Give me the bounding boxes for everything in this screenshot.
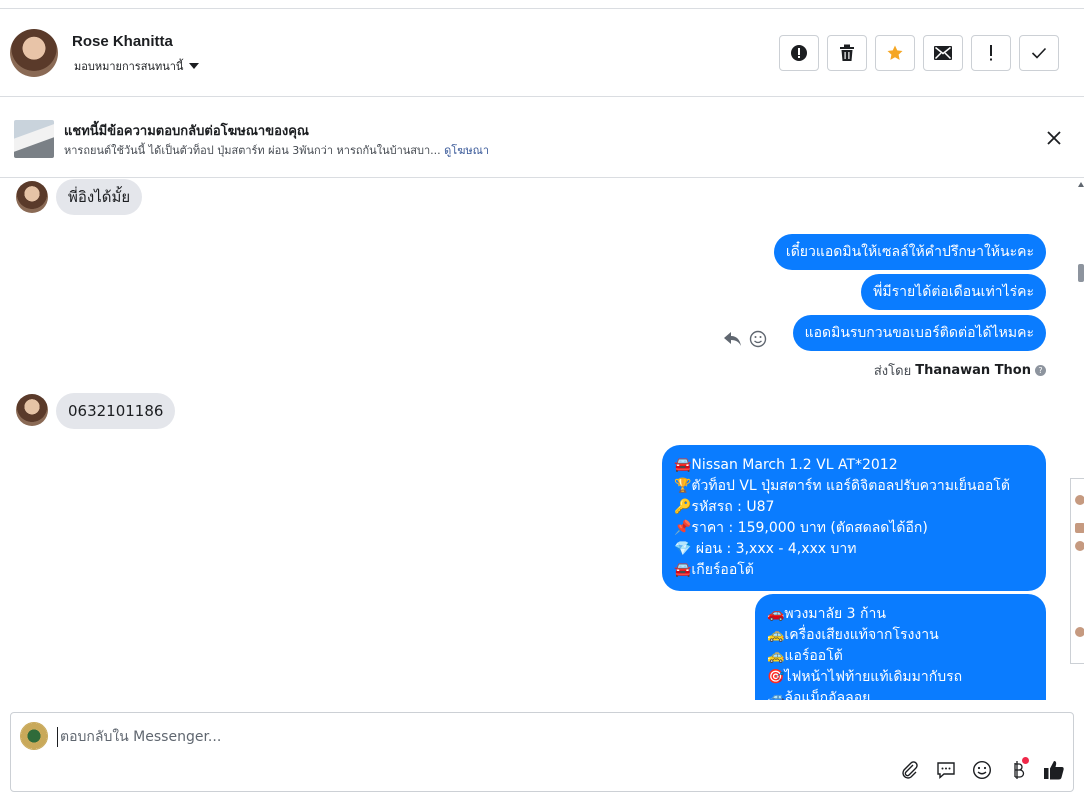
card-line: 🎯ไฟหน้าไฟท้ายแท้เดิมมากับรถ [767, 669, 963, 685]
message-hover-actions [723, 330, 767, 348]
reply-icon[interactable] [723, 330, 743, 348]
incoming-message[interactable]: พี่อิงได้มั้ย [56, 179, 143, 215]
like-button[interactable] [1043, 759, 1065, 781]
payment-button[interactable] [1007, 757, 1029, 781]
notification-dot [1022, 757, 1029, 764]
view-ad-link[interactable]: ดูโฆษณา [444, 144, 489, 157]
alert-circle-icon [791, 45, 807, 61]
follow-up-button[interactable] [971, 35, 1011, 71]
envelope-icon [934, 46, 952, 60]
card-line: 💎 ผ่อน : 3,xxx - 4,xxx บาท [674, 541, 857, 557]
react-smiley-icon[interactable] [749, 330, 767, 348]
outgoing-message[interactable]: แอดมินรบกวนขอเบอร์ติดต่อได้ไหมคะ [792, 315, 1046, 351]
mark-done-button[interactable] [1019, 35, 1059, 71]
outgoing-message[interactable]: พี่มีรายได้ต่อเดือนเท่าไร่คะ [861, 274, 1046, 310]
assign-label: มอบหมายการสนทนานี้ [74, 60, 184, 73]
delete-button[interactable] [827, 35, 867, 71]
composer-tools [899, 757, 1065, 781]
card-line: 🚕เครื่องเสียงแท้จากโรงงาน [767, 627, 939, 643]
ad-thumbnail[interactable] [14, 120, 54, 158]
ad-description-text: หารถยนต์ใช้วันนี้ ได้เป็นตัวท็อป ปุ่มสตา… [64, 144, 441, 157]
mark-unread-button[interactable] [923, 35, 963, 71]
message-thread[interactable]: พี่อิงได้มั้ย เดี๋ยวแอดมินให้เซลล์ให้คำป… [0, 179, 1070, 700]
scroll-up-arrow-icon[interactable] [1078, 182, 1084, 187]
ad-reply-banner: แชทนี้มีข้อความตอบกลับต่อโฆษณาของคุณ หาร… [0, 98, 1084, 178]
mark-spam-button[interactable] [779, 35, 819, 71]
card-line: 🚙ล้อแม็กอัลลอย [767, 690, 871, 700]
card-line: 🚘Nissan March 1.2 VL AT*2012 [674, 457, 898, 473]
contact-avatar[interactable] [10, 29, 58, 77]
scrollbar-thumb[interactable] [1078, 264, 1084, 282]
header-actions [779, 35, 1059, 71]
star-button[interactable] [875, 35, 915, 71]
avatar [1075, 627, 1084, 637]
page-avatar [20, 722, 48, 750]
avatar [1075, 541, 1084, 551]
star-icon [887, 45, 903, 60]
card-line: 🚕แอร์ออโต้ [767, 648, 843, 664]
assign-conversation-dropdown[interactable]: มอบหมายการสนทนานี้ [74, 57, 200, 75]
ad-banner-title: แชทนี้มีข้อความตอบกลับต่อโฆษณาของคุณ [64, 124, 309, 139]
avatar [1075, 523, 1084, 533]
outgoing-car-details-message[interactable]: 🚘Nissan March 1.2 VL AT*2012 🏆ตัวท็อป VL… [662, 445, 1046, 591]
contact-name[interactable]: Rose Khanitta [72, 33, 173, 50]
close-icon[interactable] [1044, 128, 1064, 148]
paperclip-icon [902, 761, 918, 779]
conversation-header: Rose Khanitta มอบหมายการสนทนานี้ [0, 9, 1084, 97]
exclamation-icon [990, 45, 992, 61]
card-line: 🔑รหัสรถ : U87 [674, 499, 775, 515]
chat-bubble-icon [937, 762, 955, 780]
caret-down-icon [189, 63, 200, 69]
trash-icon [840, 44, 854, 61]
outgoing-car-features-message[interactable]: 🚗พวงมาลัย 3 ก้าน 🚕เครื่องเสียงแท้จากโรงง… [755, 594, 1046, 700]
contact-avatar-small [16, 394, 48, 426]
saved-replies-button[interactable] [935, 759, 957, 781]
avatar [1075, 495, 1084, 505]
sent-by-prefix: ส่งโดย [873, 364, 912, 379]
sent-by-label: ส่งโดย Thanawan Thon ? [874, 360, 1046, 381]
attach-button[interactable] [899, 759, 921, 781]
reply-input[interactable] [57, 727, 857, 747]
contact-avatar-small [16, 181, 48, 213]
incoming-message[interactable]: 0632101186 [56, 393, 176, 429]
smiley-icon [972, 760, 992, 780]
card-line: 🚘เกียร์ออโต้ [674, 562, 754, 578]
thumbs-up-icon [1044, 761, 1064, 780]
outgoing-message[interactable]: เดี๋ยวแอดมินให้เซลล์ให้คำปรึกษาให้นะคะ [773, 234, 1046, 270]
card-line: 🏆ตัวท็อป VL ปุ่มสตาร์ท แอร์ดิจิตอลปรับคว… [674, 478, 1010, 494]
card-line: 📌ราคา : 159,000 บาท (ตัดสดลดได้อีก) [674, 520, 928, 536]
help-icon[interactable]: ? [1035, 365, 1046, 376]
ad-banner-description: หารถยนต์ใช้วันนี้ ได้เป็นตัวท็อป ปุ่มสตา… [64, 141, 489, 159]
emoji-button[interactable] [971, 759, 993, 781]
sent-by-name: Thanawan Thon [915, 363, 1031, 378]
side-panel-edge [1070, 478, 1084, 664]
check-icon [1031, 47, 1047, 59]
card-line: 🚗พวงมาลัย 3 ก้าน [767, 606, 886, 622]
reply-composer [10, 712, 1074, 792]
